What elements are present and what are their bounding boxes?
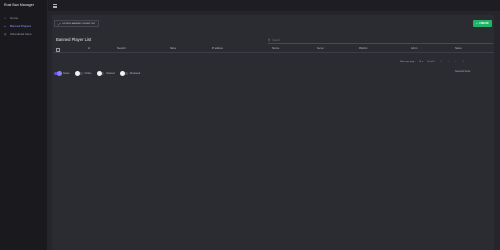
filter-deleted[interactable]: Deleted <box>96 71 116 77</box>
sidebar-item-label: Banned Players <box>10 24 32 28</box>
filter-online-switch[interactable] <box>74 71 83 77</box>
search-icon: ⚲ <box>268 38 271 42</box>
sidebar-item-banned-players[interactable]: ‹› Banned Players <box>3 22 47 30</box>
extend-button-label: EXTEND BANNED PLAYER LIST <box>62 22 96 25</box>
app-title: Rust Ban Manager <box>4 3 34 7</box>
filter-label: Reviewed <box>129 72 141 75</box>
create-button[interactable]: + CREATE <box>473 20 492 27</box>
sidebar-nav: ⌂ Home ‹› Banned Players ◷ Scheduled ban… <box>3 14 47 38</box>
column-header-source[interactable]: Source <box>272 48 279 50</box>
home-icon: ⌂ <box>4 15 6 20</box>
filter-label: Online <box>84 72 92 75</box>
last-page-icon[interactable]: ›| <box>462 60 464 63</box>
sidebar-item-label: Home <box>10 16 19 20</box>
sidebar-item-home[interactable]: ⌂ Home <box>3 14 47 22</box>
rows-per-page-label: Rows per page <box>400 60 415 63</box>
filter-deleted-switch[interactable] <box>96 71 105 77</box>
filter-online[interactable]: Online <box>74 71 94 77</box>
sidebar: Rust Ban Manager ⌂ Home ‹› Banned Player… <box>0 0 48 250</box>
code-icon: ‹› <box>4 23 6 28</box>
previous-page-icon[interactable]: ‹ <box>448 60 449 63</box>
extend-banned-list-button[interactable]: ⤢ EXTEND BANNED PLAYER LIST <box>54 20 100 27</box>
selected-items-label: Selected Items: <box>455 71 471 73</box>
column-header-admin[interactable]: Admin <box>411 48 418 50</box>
pagination: Rows per page 10 ▾ 0-0 of 0 |‹ ‹ › ›| <box>400 59 463 64</box>
filter-active[interactable]: Active <box>54 71 72 77</box>
filter-label: Deleted <box>106 72 115 75</box>
search-field[interactable]: ⚲ <box>268 37 493 44</box>
status-filters: Active Online Deleted Reviewed <box>54 71 146 77</box>
plus-icon: + <box>476 22 478 25</box>
clock-icon: ◷ <box>3 31 7 36</box>
page-title: Banned Player List <box>56 37 92 42</box>
search-input[interactable] <box>272 38 473 42</box>
filter-label: Active <box>63 72 70 75</box>
hamburger-menu-icon[interactable] <box>53 4 57 8</box>
column-header-ip-address[interactable]: IP address <box>212 48 223 50</box>
pagination-range: 0-0 of 0 <box>427 60 435 63</box>
first-page-icon[interactable]: |‹ <box>441 60 443 63</box>
select-all-checkbox[interactable] <box>56 48 60 52</box>
column-header-status[interactable]: Status <box>455 48 462 50</box>
extend-icon: ⤢ <box>58 21 61 26</box>
filter-reviewed[interactable]: Reviewed <box>119 71 143 77</box>
next-page-icon[interactable]: › <box>455 60 456 63</box>
column-header-platform[interactable]: Platform <box>359 48 368 50</box>
filter-active-switch[interactable] <box>54 71 62 77</box>
table-header: Id SteamId Name IP address Source Server… <box>54 46 494 53</box>
column-header-name[interactable]: Name <box>170 48 176 50</box>
filter-reviewed-switch[interactable] <box>119 71 128 77</box>
sidebar-item-scheduled-bans[interactable]: ◷ Scheduled bans <box>3 30 47 38</box>
column-header-id[interactable]: Id <box>88 48 90 50</box>
sidebar-item-label: Scheduled bans <box>10 32 32 36</box>
column-header-server[interactable]: Server <box>317 48 324 50</box>
chevron-down-icon[interactable]: ▾ <box>422 61 423 63</box>
create-button-label: CREATE <box>479 22 489 25</box>
rows-per-page-select[interactable]: 10 <box>419 61 421 63</box>
column-header-steamid[interactable]: SteamId <box>117 48 126 50</box>
